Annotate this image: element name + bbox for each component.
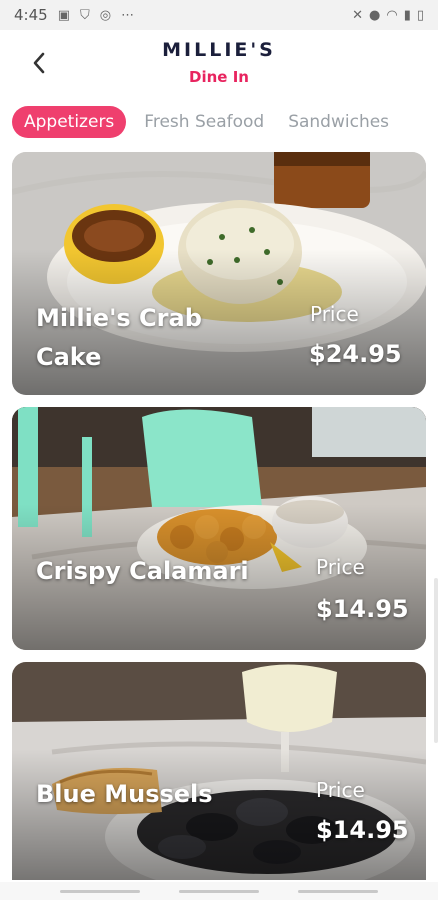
battery-icon: ▯: [416, 7, 424, 23]
item-name: Blue Mussels: [36, 780, 213, 808]
card-shade: [12, 662, 426, 880]
system-nav-bar: [0, 882, 438, 900]
item-name: Crispy Calamari: [36, 557, 249, 585]
tab-sandwiches[interactable]: Sandwiches: [276, 106, 401, 138]
price-label: Price: [316, 778, 365, 802]
menu-list: Millie's Crab Cake Price $24.95 Crispy C…: [12, 152, 426, 892]
scroll-indicator[interactable]: [434, 578, 438, 743]
signal-icon: ▮: [403, 7, 411, 23]
bag-icon: ⛉: [79, 7, 90, 23]
tab-appetizers[interactable]: Appetizers: [12, 106, 127, 138]
menu-card-crab-cake[interactable]: Millie's Crab Cake Price $24.95: [12, 152, 426, 395]
status-bar: 4:45 ▣ ⛉ ◎ ⋯ ✕ ● ◠ ▮ ▯: [0, 0, 438, 30]
sync-icon: ◎: [99, 7, 112, 23]
item-name: Millie's Crab Cake: [36, 304, 202, 371]
location-icon: ●: [369, 7, 381, 23]
recent-apps-button[interactable]: [59, 889, 140, 893]
item-price: $14.95: [316, 816, 409, 844]
item-price: $24.95: [309, 340, 402, 368]
tab-fresh-seafood[interactable]: Fresh Seafood: [132, 106, 276, 138]
mute-icon: ✕: [352, 7, 363, 23]
more-icon: ⋯: [121, 7, 135, 23]
app-header: MILLIE'S Dine In: [0, 30, 438, 96]
price-label: Price: [316, 555, 365, 579]
menu-card-blue-mussels[interactable]: Blue Mussels Price $14.95: [12, 662, 426, 880]
item-price: $14.95: [316, 595, 409, 623]
status-time: 4:45: [14, 6, 48, 24]
order-mode-label: Dine In: [189, 68, 249, 86]
gallery-icon: ▣: [57, 7, 70, 23]
wifi-icon: ◠: [386, 7, 398, 23]
price-label: Price: [310, 302, 359, 326]
restaurant-title: MILLIE'S: [162, 39, 276, 61]
menu-card-crispy-calamari[interactable]: Crispy Calamari Price $14.95: [12, 407, 426, 650]
system-back-button[interactable]: [298, 889, 379, 893]
category-tabs: Appetizers Fresh Seafood Sandwiches: [0, 100, 438, 144]
home-button[interactable]: [178, 889, 259, 893]
